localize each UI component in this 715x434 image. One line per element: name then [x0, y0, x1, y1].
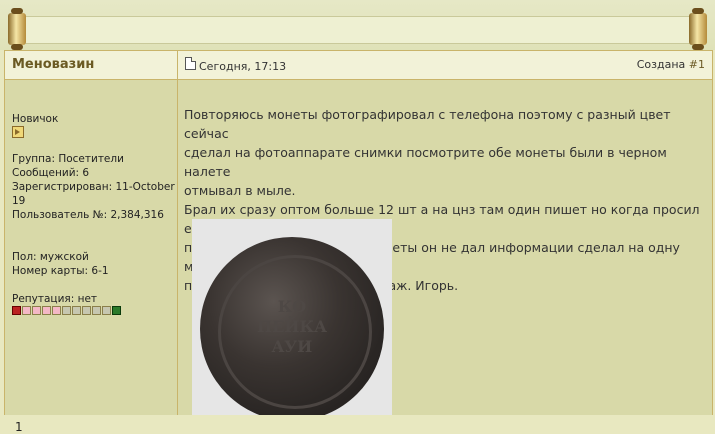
reputation-cell	[82, 306, 91, 315]
coin-legend: КО ПЕЙКА AУИ	[256, 297, 327, 356]
reputation-bar	[12, 306, 121, 315]
reputation-plus-icon[interactable]	[112, 306, 121, 315]
post-document-icon	[185, 57, 196, 70]
post-number: Создана #1	[637, 58, 705, 71]
reputation-cell	[102, 306, 111, 315]
created-label: Создана	[636, 58, 686, 71]
author-gender: Пол: мужской	[12, 251, 89, 263]
reputation-cell	[92, 306, 101, 315]
reputation-cell	[42, 306, 51, 315]
reputation-minus-icon[interactable]	[12, 306, 21, 315]
author-user-number: Пользователь №: 2,384,316	[12, 209, 164, 221]
author-group: Группа: Посетители	[12, 153, 124, 165]
rank-arrow-icon	[12, 126, 24, 138]
post-number-link[interactable]: #1	[689, 58, 705, 71]
post-header-row: Меновазин Сегодня, 17:13 Создана #1	[5, 51, 712, 80]
author-header: Меновазин	[5, 51, 178, 79]
post-date: Сегодня, 17:13	[199, 60, 287, 73]
reputation-cell	[52, 306, 61, 315]
banner-band	[18, 16, 697, 44]
author-rank: Новичок	[12, 113, 59, 125]
post-table: Меновазин Сегодня, 17:13 Создана #1 Нови…	[4, 50, 713, 434]
coin-photo[interactable]: КО ПЕЙКА AУИ	[192, 219, 392, 415]
photo-caption: 1	[15, 420, 23, 434]
reputation-cell	[22, 306, 31, 315]
reputation-cell	[62, 306, 71, 315]
author-name-link[interactable]: Меновазин	[12, 57, 94, 72]
author-info-column: Новичок Группа: Посетители Сообщений: 6 …	[5, 80, 178, 415]
scroll-ornament-left-icon	[6, 8, 28, 50]
author-messages: Сообщений: 6	[12, 167, 90, 179]
scroll-ornament-right-icon	[687, 8, 709, 50]
author-card-number: Номер карты: 6-1	[12, 265, 109, 277]
post-header: Сегодня, 17:13 Создана #1	[178, 51, 712, 79]
author-registered-year: 19	[12, 195, 26, 207]
reputation-cell	[72, 306, 81, 315]
author-reputation: Репутация: нет	[12, 293, 98, 305]
author-registered: Зарегистрирован: 11-October	[12, 181, 175, 193]
reputation-cell	[32, 306, 41, 315]
post-body: Повторяюсь монеты фотографировал с телеф…	[178, 80, 712, 415]
forum-top-banner	[0, 0, 715, 50]
